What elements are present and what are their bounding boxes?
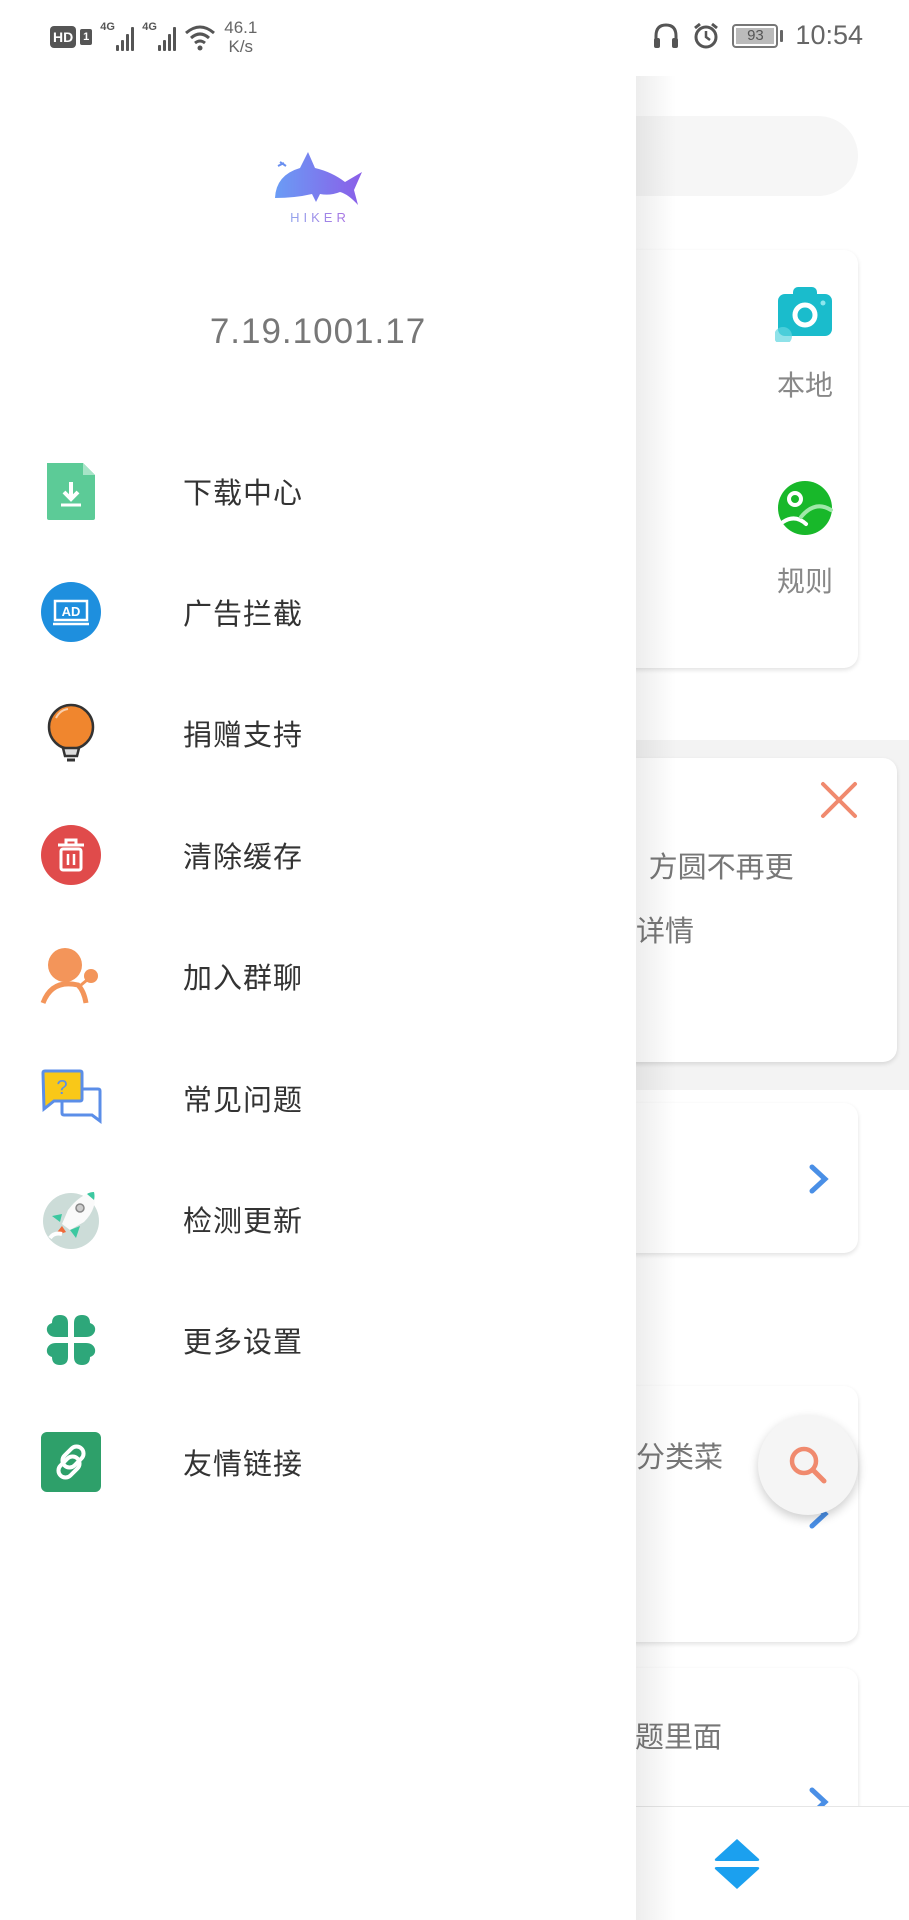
network-type-label: 4G — [100, 21, 115, 33]
shortcut-local-label: 本地 — [776, 369, 833, 402]
menu-item-join-group[interactable]: 加入群聊 — [0, 916, 636, 1037]
menu-item-label: 检测更新 — [183, 1204, 304, 1239]
sort-toggle-icon[interactable] — [713, 1837, 761, 1891]
search-icon — [786, 1443, 830, 1487]
app-logo-text: HIKER — [270, 210, 370, 225]
app-version: 7.19.1001.17 — [209, 312, 427, 351]
rocket-icon — [40, 1188, 102, 1250]
faq-icon: ? — [40, 1067, 102, 1129]
wifi-icon — [184, 23, 216, 51]
menu-item-download-center[interactable]: 下载中心 — [0, 430, 636, 551]
clover-settings-icon — [40, 1309, 102, 1371]
battery-level: 93 — [736, 27, 775, 44]
menu-item-label: 广告拦截 — [183, 597, 304, 632]
search-fab-button[interactable] — [758, 1415, 858, 1515]
menu-item-label: 常见问题 — [183, 1082, 304, 1117]
signal-icon: 4G — [100, 21, 135, 51]
drawer-shadow — [636, 76, 676, 1920]
menu-item-label: 友情链接 — [183, 1446, 304, 1481]
drawer-menu: 下载中心 AD 广告拦截 捐赠支持 清除缓存 加入群聊 ? 常见问题 检测更新 … — [0, 430, 636, 1523]
network-speed: 46.1 K/s — [224, 18, 257, 56]
menu-item-label: 加入群聊 — [183, 961, 304, 996]
menu-item-label: 下载中心 — [183, 475, 304, 510]
menu-item-friend-links[interactable]: 友情链接 — [0, 1401, 636, 1522]
alarm-icon — [692, 22, 720, 50]
link-icon — [40, 1431, 102, 1493]
headphones-icon — [652, 22, 680, 50]
network-speed-value: 46.1 — [224, 18, 258, 37]
shortcut-rules[interactable]: 规则 — [730, 478, 880, 600]
camera-icon — [775, 282, 835, 342]
svg-text:AD: AD — [62, 604, 81, 619]
shortcut-rules-label: 规则 — [776, 565, 833, 598]
menu-item-clear-cache[interactable]: 清除缓存 — [0, 794, 636, 915]
network-type-label: 4G — [142, 21, 157, 33]
close-icon[interactable] — [819, 780, 859, 820]
menu-item-check-update[interactable]: 检测更新 — [0, 1158, 636, 1279]
status-bar: HD 1 4G 4G 46.1 K/s 93 10:54 — [0, 0, 909, 76]
menu-item-label: 更多设置 — [183, 1325, 304, 1360]
rules-landscape-icon — [775, 478, 835, 538]
chevron-right-icon — [808, 1163, 830, 1195]
lightbulb-icon — [40, 702, 102, 764]
battery-icon: 93 — [732, 23, 784, 48]
menu-item-ad-block[interactable]: AD 广告拦截 — [0, 551, 636, 672]
menu-item-more-settings[interactable]: 更多设置 — [0, 1280, 636, 1401]
signal-icon: 4G — [142, 21, 177, 51]
menu-item-donate[interactable]: 捐赠支持 — [0, 673, 636, 794]
download-icon — [40, 460, 102, 522]
clock: 10:54 — [795, 20, 863, 50]
ad-block-icon: AD — [40, 581, 102, 643]
navigation-drawer: HIKER 7.19.1001.17 下载中心 AD 广告拦截 捐赠支持 清除缓… — [0, 0, 636, 1920]
menu-item-faq[interactable]: ? 常见问题 — [0, 1037, 636, 1158]
network-speed-unit: K/s — [228, 37, 254, 56]
trash-icon — [40, 824, 102, 886]
svg-text:?: ? — [56, 1077, 67, 1099]
menu-item-label: 捐赠支持 — [183, 718, 304, 753]
shortcut-local[interactable]: 本地 — [730, 282, 880, 404]
menu-item-label: 清除缓存 — [183, 839, 304, 874]
sim-indicator: 1 — [80, 29, 93, 45]
group-chat-icon — [40, 945, 102, 1007]
hd-volte-icon: HD — [50, 26, 77, 48]
